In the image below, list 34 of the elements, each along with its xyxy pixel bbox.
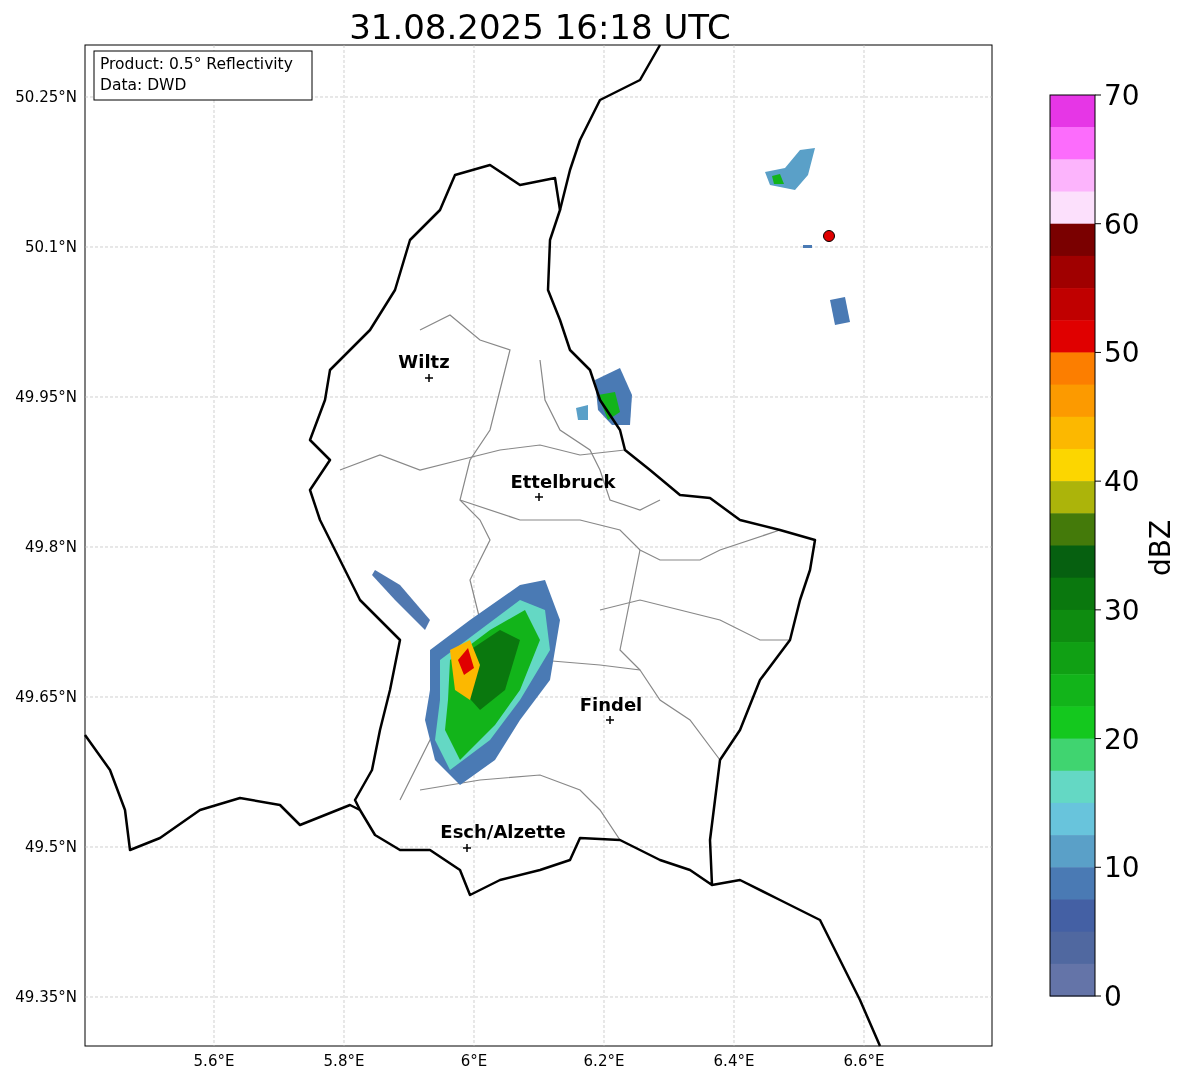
colorbar-axis-label: dBZ bbox=[1144, 519, 1177, 577]
colorbar-tick-label: 40 bbox=[1104, 465, 1140, 499]
latitude-tick-label: 49.8°N bbox=[24, 538, 77, 556]
city-marker-icon bbox=[424, 373, 434, 383]
city-label: Findel bbox=[579, 694, 643, 715]
colorbar-tick-label: 60 bbox=[1104, 207, 1140, 241]
latitude-tick-label: 50.1°N bbox=[24, 238, 77, 256]
info-text: Data: DWD bbox=[100, 76, 187, 94]
longitude-tick-label: 5.8°E bbox=[323, 1052, 365, 1070]
info-text: Product: 0.5° Reflectivity bbox=[100, 55, 293, 73]
city-marker-icon bbox=[605, 715, 615, 725]
city-label: Wiltz bbox=[398, 351, 450, 372]
colorbar-tick-label: 30 bbox=[1104, 593, 1140, 627]
longitude-tick-label: 6.4°E bbox=[713, 1052, 755, 1070]
latitude-tick-label: 50.25°N bbox=[15, 88, 77, 106]
longitude-tick-label: 6°E bbox=[460, 1052, 488, 1070]
latitude-tick-label: 49.5°N bbox=[24, 838, 77, 856]
latitude-tick-label: 49.65°N bbox=[15, 688, 77, 706]
latitude-tick-label: 49.35°N bbox=[15, 988, 77, 1006]
radar-site-marker bbox=[823, 230, 835, 242]
longitude-tick-label: 6.6°E bbox=[843, 1052, 885, 1070]
chart-title: 31.08.2025 16:18 UTC bbox=[349, 7, 731, 47]
colorbar-tick-label: 20 bbox=[1104, 722, 1140, 756]
longitude-tick-label: 6.2°E bbox=[583, 1052, 625, 1070]
colorbar-tick-label: 0 bbox=[1104, 980, 1122, 1013]
city-label: Esch/Alzette bbox=[440, 821, 566, 842]
city-marker-icon bbox=[534, 492, 544, 502]
colorbar-tick-label: 70 bbox=[1104, 79, 1140, 112]
longitude-tick-label: 5.6°E bbox=[193, 1052, 235, 1070]
colorbar-tick-label: 50 bbox=[1104, 336, 1140, 370]
latitude-tick-label: 49.95°N bbox=[15, 388, 77, 406]
city-marker-icon bbox=[462, 843, 472, 853]
colorbar-tick-label: 10 bbox=[1104, 851, 1140, 885]
city-label: Ettelbruck bbox=[510, 471, 616, 492]
